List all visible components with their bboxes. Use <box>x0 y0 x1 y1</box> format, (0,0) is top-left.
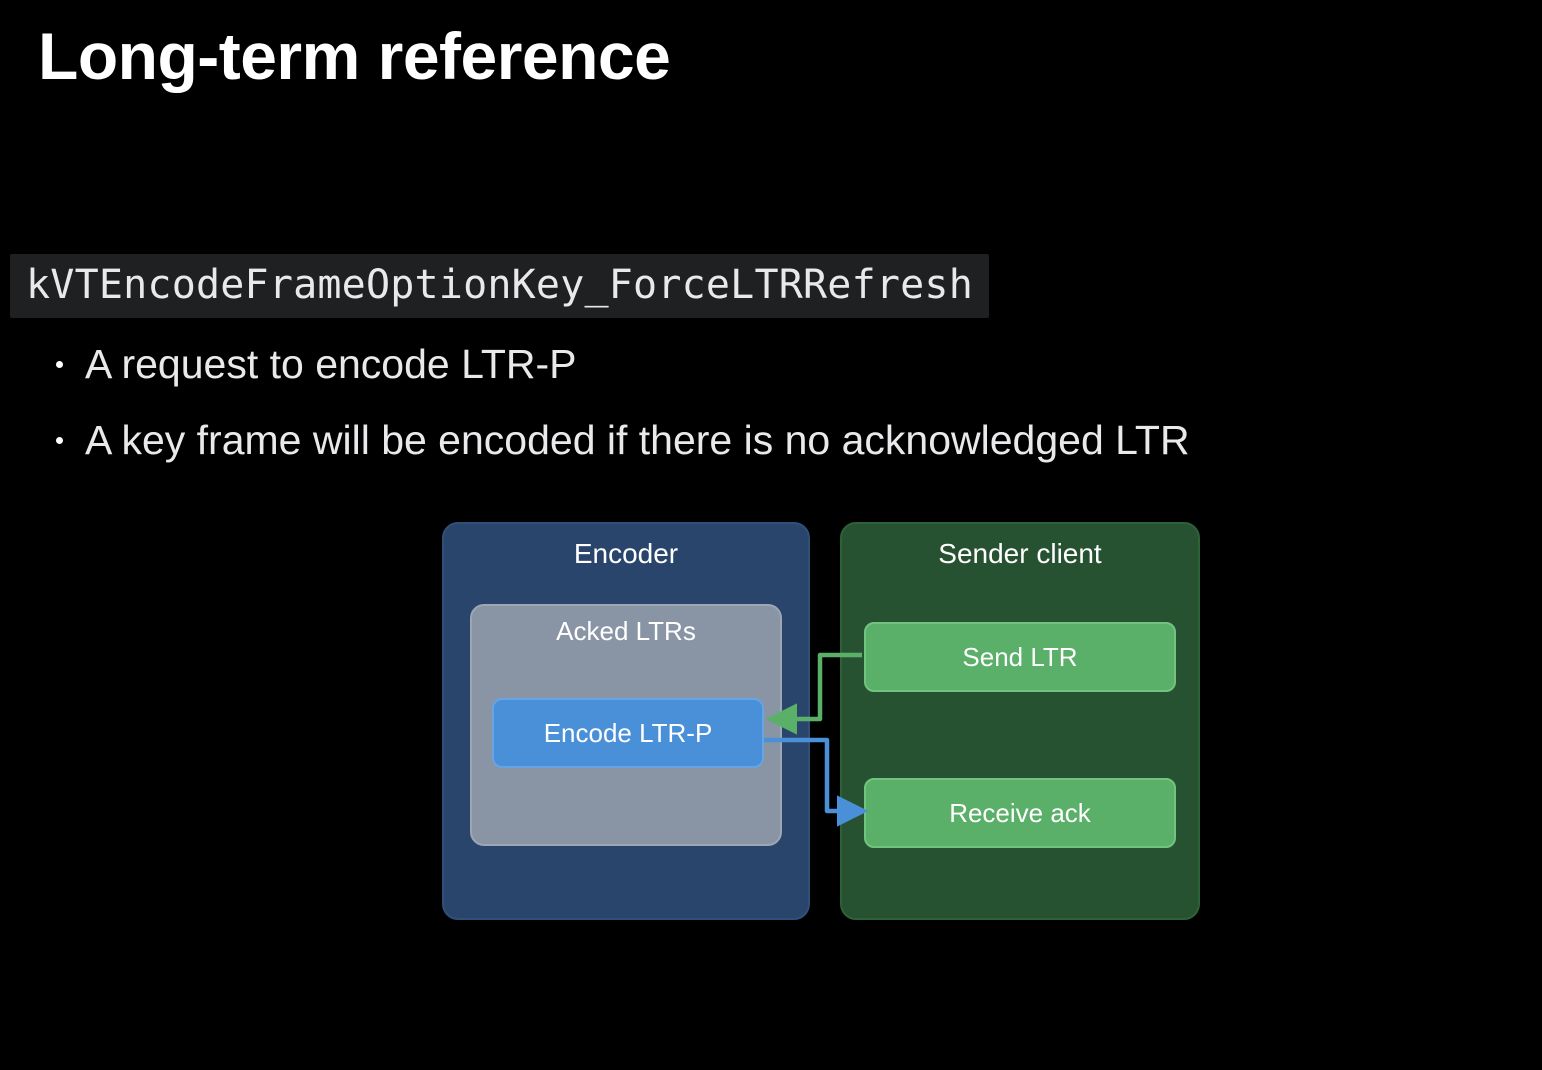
receive-ack-box: Receive ack <box>864 778 1176 848</box>
send-ltr-box: Send LTR <box>864 622 1176 692</box>
encode-ltrp-box: Encode LTR-P <box>492 698 764 768</box>
bullet-list: A request to encode LTR-P A key frame wi… <box>56 332 1190 483</box>
bullet-text: A request to encode LTR-P <box>85 332 577 398</box>
bullet-text: A key frame will be encoded if there is … <box>85 408 1190 474</box>
bullet-item: A request to encode LTR-P <box>56 332 1190 398</box>
sender-client-label: Sender client <box>842 538 1198 570</box>
bullet-dot-icon <box>56 361 63 368</box>
sender-client-panel: Sender client Send LTR Receive ack <box>840 522 1200 920</box>
acked-ltrs-panel: Acked LTRs Encode LTR-P <box>470 604 782 846</box>
acked-ltrs-label: Acked LTRs <box>472 616 780 647</box>
encoder-label: Encoder <box>444 538 808 570</box>
encoder-panel: Encoder Acked LTRs Encode LTR-P <box>442 522 810 920</box>
bullet-item: A key frame will be encoded if there is … <box>56 408 1190 474</box>
slide: Long-term reference kVTEncodeFrameOption… <box>0 0 1542 1070</box>
slide-title: Long-term reference <box>38 18 670 94</box>
diagram: Encoder Acked LTRs Encode LTR-P Sender c… <box>442 522 1202 942</box>
bullet-dot-icon <box>56 437 63 444</box>
api-key-code: kVTEncodeFrameOptionKey_ForceLTRRefresh <box>10 254 989 318</box>
